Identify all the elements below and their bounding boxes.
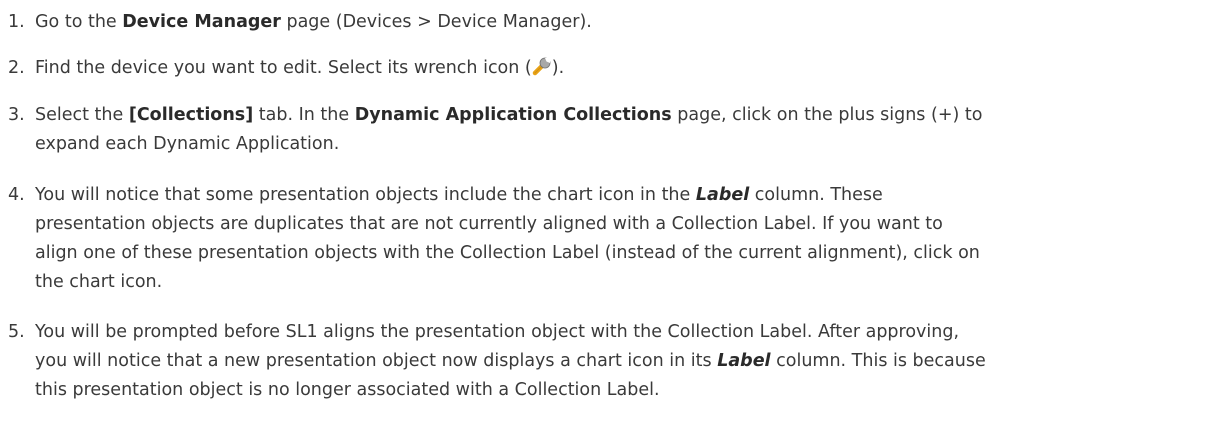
text-run: You will notice that some presentation o… — [35, 185, 696, 205]
text-run: Select the — [35, 105, 129, 125]
text-run: the chart icon. — [35, 272, 163, 292]
step-5: 5. You will be prompted before SL1 align… — [0, 318, 1200, 405]
text-run: column. These — [749, 185, 883, 205]
step-number: 3. — [8, 105, 25, 125]
text-run: expand each Dynamic Application. — [35, 134, 340, 154]
ui-label-collections-tab: [Collections] — [128, 105, 254, 125]
text-run: tab. In the — [253, 105, 355, 125]
step-text: Find the device you want to edit. Select… — [35, 54, 1200, 83]
step-3: 3. Select the [Collections] tab. In the … — [0, 101, 1200, 159]
text-run: page, click on the plus signs (+) to — [671, 105, 983, 125]
step-number: 2. — [8, 58, 25, 78]
step-number: 1. — [8, 12, 25, 32]
text-run: presentation objects are duplicates that… — [35, 214, 943, 234]
text-run: page (Devices > Device Manager). — [280, 12, 592, 32]
step-2: 2. Find the device you want to edit. Sel… — [0, 54, 1200, 83]
text-run: Find the device you want to edit. Select… — [35, 58, 532, 78]
procedure-steps: 1. Go to the Device Manager page (Device… — [0, 0, 1223, 439]
step-number: 4. — [8, 185, 25, 205]
field-label-label: Label — [695, 185, 750, 205]
text-run: this presentation object is no longer as… — [35, 380, 660, 400]
ui-label-dynamic-application-collections: Dynamic Application Collections — [354, 105, 672, 125]
step-text: You will notice that some presentation o… — [35, 181, 1200, 297]
text-run: Go to the — [35, 12, 123, 32]
step-text: Go to the Device Manager page (Devices >… — [35, 8, 1200, 37]
text-run: align one of these presentation objects … — [35, 243, 980, 263]
step-number: 5. — [8, 322, 25, 342]
step-1: 1. Go to the Device Manager page (Device… — [0, 8, 1200, 37]
step-text: Select the [Collections] tab. In the Dyn… — [35, 101, 1200, 159]
text-run: You will be prompted before SL1 aligns t… — [35, 322, 960, 342]
step-4: 4. You will notice that some presentatio… — [0, 181, 1200, 297]
text-run: column. This is because — [770, 351, 986, 371]
step-text: You will be prompted before SL1 aligns t… — [35, 318, 1200, 405]
ui-label-device-manager: Device Manager — [122, 12, 281, 32]
text-run: you will notice that a new presentation … — [35, 351, 718, 371]
field-label-label: Label — [717, 351, 771, 371]
text-run: ). — [551, 58, 565, 78]
wrench-icon — [532, 56, 552, 76]
